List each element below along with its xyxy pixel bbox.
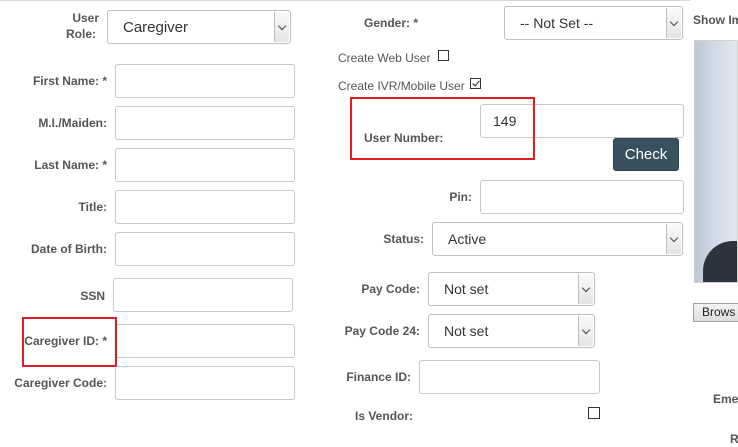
caregiver-id-highlight (22, 317, 117, 367)
ssn-input[interactable] (113, 278, 293, 312)
gender-value: -- Not Set -- (520, 15, 594, 31)
date-of-birth-label: Date of Birth: (31, 242, 107, 256)
caregiver-id-input[interactable] (115, 324, 295, 358)
mi-maiden-input[interactable] (115, 106, 295, 140)
first-name-label: First Name: * (32, 74, 107, 88)
user-role-select[interactable]: Caregiver (107, 10, 291, 44)
pay-code-label: Pay Code: (361, 282, 420, 296)
user-number-highlight (350, 97, 535, 160)
chevron-down-icon[interactable] (578, 274, 593, 304)
create-ivr-user-label: Create IVR/Mobile User (338, 79, 465, 93)
pay-code-24-value: Not set (444, 323, 489, 339)
caregiver-code-input[interactable] (115, 366, 295, 400)
mi-maiden-label: M.I./Maiden: (38, 116, 107, 130)
first-name-input[interactable] (115, 64, 295, 98)
user-role-label-line2: Role: (66, 27, 96, 41)
chevron-down-icon[interactable] (666, 8, 681, 38)
finance-id-label: Finance ID: (346, 370, 411, 384)
browse-button[interactable]: Brows (693, 303, 738, 322)
user-role-value: Caregiver (123, 18, 189, 36)
pay-code-24-label: Pay Code 24: (344, 324, 420, 338)
pay-code-24-select[interactable]: Not set (428, 314, 595, 348)
gender-label: Gender: * (363, 16, 418, 30)
user-role-label-line1: User (72, 11, 99, 25)
create-web-user-checkbox[interactable] (438, 50, 449, 61)
status-label: Status: (383, 232, 424, 246)
pay-code-value: Not set (444, 281, 489, 297)
title-label: Title: (78, 200, 107, 214)
title-input[interactable] (115, 190, 295, 224)
profile-photo (694, 40, 738, 283)
check-button[interactable]: Check (613, 138, 679, 171)
ssn-label: SSN (80, 289, 105, 303)
status-value: Active (448, 231, 487, 247)
finance-id-input[interactable] (419, 360, 600, 394)
gender-select[interactable]: -- Not Set -- (504, 6, 683, 40)
date-of-birth-input[interactable] (115, 232, 295, 266)
last-name-input[interactable] (115, 148, 295, 182)
clipped-label-fragment: R (730, 432, 738, 446)
chevron-down-icon[interactable] (578, 316, 593, 346)
status-select[interactable]: Active (432, 222, 683, 256)
caregiver-code-label: Caregiver Code: (14, 376, 107, 390)
last-name-label: Last Name: * (34, 158, 107, 172)
chevron-down-icon[interactable] (274, 12, 289, 42)
show-image-label: Show Im (693, 13, 738, 27)
is-vendor-checkbox[interactable] (588, 407, 600, 419)
pay-code-select[interactable]: Not set (428, 272, 595, 306)
pin-input[interactable] (480, 180, 684, 214)
create-web-user-label: Create Web User (338, 51, 431, 65)
emergency-label-fragment: Eme (713, 392, 738, 406)
is-vendor-label: Is Vendor: (355, 409, 414, 423)
pin-label: Pin: (449, 190, 472, 204)
chevron-down-icon[interactable] (666, 224, 681, 254)
top-divider (0, 0, 690, 1)
create-ivr-user-checkbox[interactable] (470, 78, 481, 89)
